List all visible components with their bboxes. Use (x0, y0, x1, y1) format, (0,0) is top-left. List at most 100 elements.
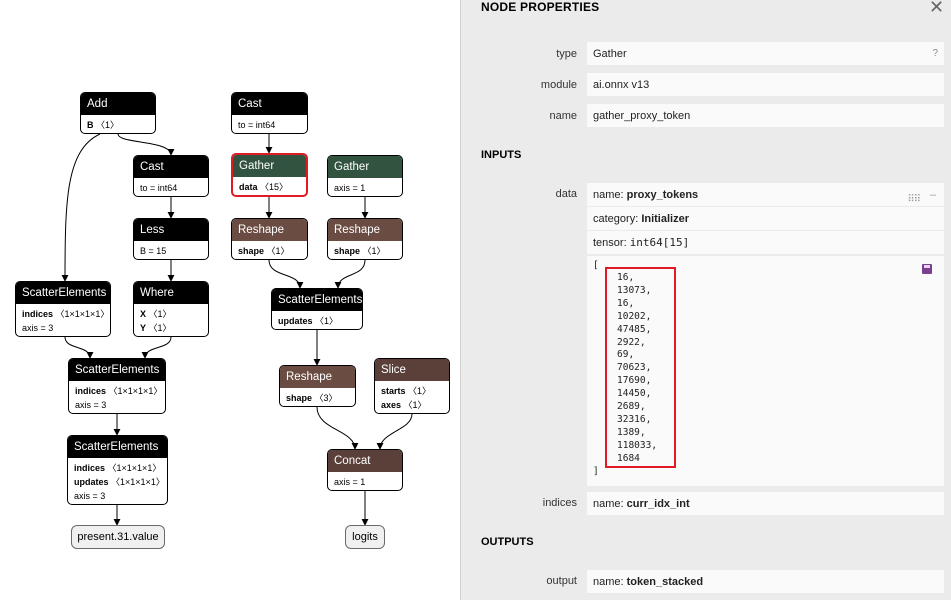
node-less[interactable]: Less B = 15 (133, 218, 209, 260)
inputs-section-title: INPUTS (481, 149, 522, 161)
indices-input-name-row[interactable]: name: curr_idx_int (587, 492, 944, 516)
node-attr-row: shape 〈1〉 (334, 244, 396, 258)
node-attr-key: axes (381, 400, 402, 410)
node-attr-value: 〈1〉 (315, 316, 339, 326)
node-attr-key: indices (22, 309, 54, 319)
node-title: Slice (375, 359, 449, 381)
graph-edge (64, 336, 94, 359)
node-title: Gather (233, 155, 306, 177)
node-title: Reshape (328, 219, 402, 241)
node-attr-row: updates 〈1×1×1×1〉 (74, 475, 165, 489)
node-title: Where (134, 282, 208, 304)
name-label: name (549, 110, 577, 122)
node-attr-key: indices (74, 463, 106, 473)
node-gather[interactable]: Gather axis = 1 (327, 155, 403, 197)
node-cast[interactable]: Cast to = int64 (231, 92, 308, 134)
output-name-row[interactable]: name: token_stacked (587, 570, 944, 594)
graph-edge (61, 133, 101, 282)
node-attr-key: Y (140, 323, 147, 333)
node-scatter-elements[interactable]: ScatterElements indices 〈1×1×1×1〉 updates… (67, 435, 168, 505)
node-attr-value: 〈15〉 (260, 182, 289, 192)
node-title: Add (81, 93, 155, 115)
node-attr-row: updates 〈1〉 (278, 314, 356, 328)
node-attrs: updates 〈1〉 (272, 311, 362, 329)
output-present-value[interactable]: present.31.value (71, 525, 165, 549)
node-attrs: indices 〈1×1×1×1〉 updates 〈1×1×1×1〉 axis =… (68, 458, 167, 504)
graph-canvas[interactable]: Add B 〈1〉 Cast to = int64 Less B = 15 Wh… (0, 0, 460, 600)
node-attr-key: X (140, 309, 147, 319)
node-attr-value: 〈1〉 (408, 386, 432, 396)
node-attr-row: data 〈15〉 (239, 180, 300, 194)
type-value: Gather (593, 48, 627, 60)
node-where[interactable]: Where X 〈1〉 Y 〈1〉 (133, 281, 209, 337)
data-input-name: proxy_tokens (626, 189, 699, 201)
collapse-icon[interactable]: – (930, 183, 936, 207)
type-field: Gather ? (587, 42, 944, 66)
node-attrs: X 〈1〉 Y 〈1〉 (134, 304, 208, 336)
node-scatter-elements[interactable]: ScatterElements indices 〈1×1×1×1〉 axis = … (68, 358, 166, 414)
node-attr-value: 〈1〉 (362, 246, 386, 256)
node-attr-value: to = int64 (140, 183, 178, 193)
data-input-name-row[interactable]: name: proxy_tokens ⠿⠿ – (587, 183, 944, 207)
node-attr-value: B = 15 (140, 246, 167, 256)
node-attrs: indices 〈1×1×1×1〉 axis = 3 (69, 381, 165, 413)
node-attr-row: shape 〈3〉 (286, 391, 349, 405)
outputs-section-title: OUTPUTS (481, 536, 534, 548)
node-reshape[interactable]: Reshape shape 〈1〉 (231, 218, 308, 260)
node-attr-row: X 〈1〉 (140, 307, 202, 321)
node-attr-key: shape (238, 246, 265, 256)
name-key: name: (593, 189, 627, 201)
node-attr-value: axis = 3 (22, 323, 54, 333)
node-attr-row: indices 〈1×1×1×1〉 (22, 307, 109, 321)
node-attr-value: axis = 1 (334, 183, 366, 193)
node-attr-key: updates (74, 477, 109, 487)
output-label: output (546, 575, 577, 587)
node-attr-row: starts 〈1〉 (381, 384, 443, 398)
data-input-tensor-row: tensor: int64[15] (587, 231, 944, 255)
node-slice[interactable]: Slice starts 〈1〉 axes 〈1〉 (374, 358, 450, 414)
node-attr-row: to = int64 (140, 181, 202, 195)
node-attr-row: axis = 3 (74, 489, 161, 503)
node-title: ScatterElements (69, 359, 165, 381)
help-icon[interactable]: ? (932, 42, 938, 66)
node-attr-value: axis = 3 (75, 400, 107, 410)
node-title: Reshape (280, 366, 355, 388)
category-key: category: (593, 213, 642, 225)
node-attr-value: 〈1〉 (266, 246, 290, 256)
node-attr-value: 〈3〉 (314, 393, 338, 403)
node-attr-value: 〈1〉 (403, 400, 427, 410)
node-scatter-elements[interactable]: ScatterElements indices 〈1×1×1×1〉 axis = … (15, 281, 111, 337)
node-gather-selected[interactable]: Gather data 〈15〉 (231, 153, 308, 197)
node-concat[interactable]: Concat axis = 1 (327, 449, 403, 491)
node-add[interactable]: Add B 〈1〉 (80, 92, 156, 134)
close-icon[interactable]: ✕ (929, 0, 944, 18)
node-title: Cast (134, 156, 208, 178)
node-scatter-elements[interactable]: ScatterElements updates 〈1〉 (271, 288, 363, 330)
node-title: ScatterElements (16, 282, 110, 304)
name-key: name: (593, 576, 627, 588)
node-reshape[interactable]: Reshape shape 〈3〉 (279, 365, 356, 407)
data-input-category-row: category: Initializer (587, 207, 944, 231)
node-attr-key: indices (75, 386, 107, 396)
node-title: Concat (328, 450, 402, 472)
node-attr-value: to = int64 (238, 120, 276, 130)
highlight-box (605, 267, 676, 468)
node-attr-row: to = int64 (238, 118, 301, 132)
node-attr-row: axis = 1 (334, 181, 396, 195)
node-attr-value: 〈1×1×1×1〉 (55, 309, 110, 319)
node-attr-key: data (239, 182, 258, 192)
node-attr-row: axis = 1 (334, 475, 396, 489)
node-attr-key: shape (334, 246, 361, 256)
node-title: ScatterElements (272, 289, 362, 311)
node-reshape[interactable]: Reshape shape 〈1〉 (327, 218, 403, 260)
node-attrs: indices 〈1×1×1×1〉 axis = 3 (16, 304, 110, 336)
node-attr-key: B (87, 120, 94, 130)
node-attr-row: Y 〈1〉 (140, 321, 202, 335)
output-logits[interactable]: logits (345, 525, 385, 549)
node-attrs: to = int64 (134, 178, 208, 196)
node-attrs: B = 15 (134, 241, 208, 259)
save-icon[interactable] (922, 264, 932, 274)
node-cast[interactable]: Cast to = int64 (133, 155, 209, 197)
node-title: Gather (328, 156, 402, 178)
node-properties-panel: NODE PROPERTIES ✕ type Gather ? module a… (460, 0, 951, 600)
